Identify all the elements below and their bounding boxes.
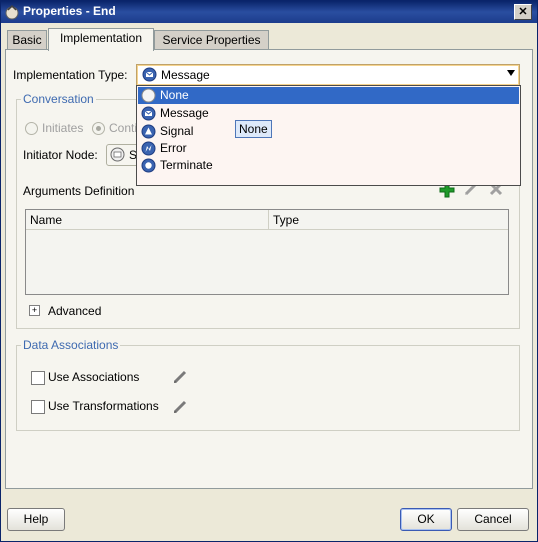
none-event-icon: [141, 88, 156, 103]
initiator-node-label: Initiator Node:: [23, 148, 98, 162]
use-transformations-label: Use Transformations: [48, 399, 159, 413]
dropdown-item-none[interactable]: None: [138, 87, 519, 104]
conversation-title: Conversation: [21, 92, 96, 106]
initiates-label: Initiates: [42, 121, 84, 135]
tooltip: None: [235, 120, 272, 138]
help-button[interactable]: Help: [7, 508, 65, 531]
advanced-label[interactable]: Advanced: [48, 304, 101, 318]
use-associations-checkbox[interactable]: [31, 371, 45, 385]
chevron-down-icon[interactable]: [507, 70, 515, 76]
column-header-name[interactable]: Name: [26, 210, 269, 230]
arguments-table: Name Type: [25, 209, 509, 295]
ok-button[interactable]: OK: [400, 508, 452, 531]
tab-basic[interactable]: Basic: [7, 30, 47, 50]
dropdown-item-terminate[interactable]: Terminate: [138, 157, 519, 174]
edit-pencil-icon[interactable]: [171, 397, 189, 415]
message-event-icon: [110, 147, 125, 162]
expand-toggle-icon[interactable]: +: [29, 305, 40, 316]
data-associations-title: Data Associations: [21, 338, 121, 352]
column-header-type[interactable]: Type: [269, 210, 508, 230]
window-title: Properties - End: [23, 4, 116, 18]
properties-dialog: Properties - End ✕ Basic Implementation …: [0, 0, 538, 542]
arguments-definition-label: Arguments Definition: [23, 184, 135, 198]
dropdown-item-message[interactable]: Message: [138, 105, 519, 122]
implementation-type-dropdown: None Message Signal Error Terminate: [136, 85, 521, 186]
use-associations-label: Use Associations: [48, 370, 140, 384]
data-associations-group: Data Associations: [16, 338, 520, 431]
dropdown-item-signal[interactable]: Signal: [138, 123, 519, 140]
initiates-radio[interactable]: [25, 122, 38, 135]
message-event-icon: [142, 67, 157, 82]
tab-implementation[interactable]: Implementation: [48, 28, 154, 51]
continues-radio[interactable]: [92, 122, 105, 135]
title-bar: Properties - End ✕: [1, 1, 537, 23]
close-button[interactable]: ✕: [514, 4, 532, 20]
message-event-icon: [141, 106, 156, 121]
terminate-event-icon: [141, 158, 156, 173]
use-transformations-checkbox[interactable]: [31, 400, 45, 414]
end-event-icon: [5, 4, 19, 20]
error-event-icon: [141, 141, 156, 156]
continues-label: Conti: [109, 121, 138, 135]
edit-pencil-icon[interactable]: [171, 367, 189, 385]
dropdown-item-error[interactable]: Error: [138, 140, 519, 157]
tab-service-properties[interactable]: Service Properties: [154, 30, 269, 50]
implementation-type-value: Message: [161, 68, 210, 82]
signal-event-icon: [141, 124, 156, 139]
cancel-button[interactable]: Cancel: [457, 508, 529, 531]
implementation-type-combo[interactable]: Message: [136, 64, 520, 86]
implementation-type-label: Implementation Type:: [13, 68, 128, 82]
